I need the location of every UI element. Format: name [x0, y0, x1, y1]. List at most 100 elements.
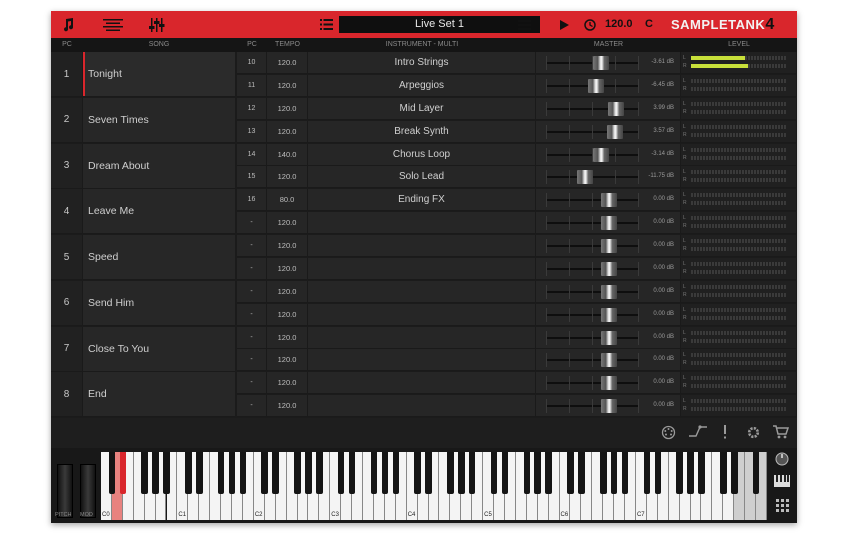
master-fader[interactable]: 0.00 dB: [536, 349, 681, 372]
keyboard-icon[interactable]: [773, 475, 791, 491]
fader-knob[interactable]: [600, 261, 617, 276]
black-key[interactable]: [654, 452, 662, 494]
slot-tempo[interactable]: 80.0: [267, 189, 308, 212]
black-key[interactable]: [381, 452, 389, 494]
slot-pc[interactable]: -: [237, 303, 267, 326]
slot-row[interactable]: -120.0 0.00 dB L R: [235, 372, 797, 395]
black-key[interactable]: [195, 452, 203, 494]
master-fader[interactable]: -3.61 dB: [536, 52, 681, 74]
fader-knob[interactable]: [593, 147, 610, 162]
master-fader[interactable]: 0.00 dB: [536, 326, 681, 349]
black-key[interactable]: [730, 452, 738, 494]
black-key[interactable]: [316, 452, 323, 494]
slot-pc[interactable]: 10: [237, 52, 267, 74]
fader-knob[interactable]: [600, 376, 617, 391]
slot-instrument[interactable]: Solo Lead: [308, 166, 536, 189]
slot-instrument[interactable]: [308, 235, 536, 257]
sliders-icon[interactable]: [146, 11, 168, 38]
slot-row[interactable]: -120.0 0.00 dB L R: [235, 395, 797, 418]
black-key[interactable]: [294, 452, 301, 494]
slot-pc[interactable]: 15: [237, 166, 267, 189]
slot-tempo[interactable]: 120.0: [267, 303, 308, 326]
slot-tempo[interactable]: 120.0: [267, 235, 308, 257]
slot-row[interactable]: 10 120.0 Intro Strings -3.61 dB L R: [235, 52, 797, 74]
master-fader[interactable]: 0.00 dB: [536, 189, 681, 212]
slot-row[interactable]: 13 120.0 Break Synth 3.57 dB L R: [235, 120, 797, 143]
black-key[interactable]: [610, 452, 618, 494]
song-row[interactable]: 5 Speed: [51, 235, 235, 280]
slot-pc[interactable]: 16: [237, 189, 267, 212]
curve-icon[interactable]: [688, 425, 708, 441]
master-fader[interactable]: 3.99 dB: [536, 97, 681, 120]
note-icon[interactable]: [57, 11, 79, 38]
fader-knob[interactable]: [600, 193, 617, 208]
black-key[interactable]: [414, 452, 421, 494]
master-fader[interactable]: 0.00 dB: [536, 280, 681, 303]
fader-knob[interactable]: [600, 399, 617, 414]
black-key[interactable]: [305, 452, 312, 494]
dial-icon[interactable]: [660, 425, 676, 441]
black-key[interactable]: [501, 452, 509, 494]
slot-row[interactable]: -120.0 0.00 dB L R: [235, 280, 797, 303]
black-key[interactable]: [119, 452, 127, 494]
slot-tempo[interactable]: 120.0: [267, 326, 308, 349]
black-key[interactable]: [545, 452, 552, 494]
slot-instrument[interactable]: [308, 303, 536, 326]
piano-keyboard[interactable]: C0 C1 C2 C3 C4 C5 C6 C7: [101, 452, 767, 520]
fader-knob[interactable]: [600, 239, 617, 253]
slot-tempo[interactable]: 120.0: [267, 280, 308, 303]
fader-knob[interactable]: [600, 330, 617, 345]
fader-knob[interactable]: [600, 307, 617, 322]
fader-knob[interactable]: [600, 216, 617, 231]
clock-icon[interactable]: [581, 11, 599, 38]
cart-icon[interactable]: [773, 425, 790, 441]
fader-knob[interactable]: [600, 353, 617, 368]
song-row[interactable]: 1 Tonight: [51, 52, 235, 97]
slot-row[interactable]: -120.0 0.00 dB L R: [235, 326, 797, 349]
black-key[interactable]: [578, 452, 585, 494]
fader-knob[interactable]: [576, 170, 593, 185]
menu-icon[interactable]: [514, 11, 534, 38]
master-fader[interactable]: 0.00 dB: [536, 372, 681, 395]
black-key[interactable]: [261, 452, 269, 494]
slot-instrument[interactable]: [308, 212, 536, 235]
slot-row[interactable]: 12 120.0 Mid Layer 3.99 dB L R: [235, 97, 797, 120]
slot-pc[interactable]: -: [237, 395, 267, 418]
black-key[interactable]: [687, 452, 694, 494]
black-key[interactable]: [720, 452, 727, 494]
slot-pc[interactable]: -: [237, 280, 267, 303]
song-row[interactable]: 8 End: [51, 372, 235, 418]
tempo-display[interactable]: 120.0: [605, 11, 633, 38]
slot-instrument[interactable]: Ending FX: [308, 189, 536, 212]
black-key[interactable]: [163, 452, 170, 494]
black-key[interactable]: [217, 452, 225, 494]
black-key[interactable]: [643, 452, 651, 494]
black-key[interactable]: [348, 452, 356, 494]
slot-pc[interactable]: 14: [237, 143, 267, 166]
song-row[interactable]: 2 Seven Times: [51, 97, 235, 143]
slot-tempo[interactable]: 120.0: [267, 74, 308, 97]
slot-instrument[interactable]: Break Synth: [308, 120, 536, 143]
fader-knob[interactable]: [587, 78, 604, 93]
set-name-display[interactable]: Live Set 1: [339, 16, 540, 33]
black-key[interactable]: [185, 452, 192, 494]
master-fader[interactable]: -11.75 dB: [536, 166, 681, 189]
slot-instrument[interactable]: Arpeggios: [308, 74, 536, 97]
black-key[interactable]: [337, 452, 345, 494]
slot-tempo[interactable]: 120.0: [267, 372, 308, 395]
slot-tempo[interactable]: 120.0: [267, 257, 308, 280]
fader-knob[interactable]: [607, 101, 624, 116]
black-key[interactable]: [228, 452, 236, 494]
fader-knob[interactable]: [593, 56, 610, 70]
slot-pc[interactable]: 12: [237, 97, 267, 120]
slot-tempo[interactable]: 120.0: [267, 212, 308, 235]
black-key[interactable]: [392, 452, 400, 494]
slot-instrument[interactable]: [308, 372, 536, 395]
black-key[interactable]: [370, 452, 378, 494]
black-key[interactable]: [599, 452, 607, 494]
slot-row[interactable]: 14 140.0 Chorus Loop -3.14 dB L R: [235, 143, 797, 166]
slot-tempo[interactable]: 140.0: [267, 143, 308, 166]
slot-instrument[interactable]: Intro Strings: [308, 52, 536, 74]
gear-icon[interactable]: [745, 425, 761, 441]
black-key[interactable]: [676, 452, 683, 494]
